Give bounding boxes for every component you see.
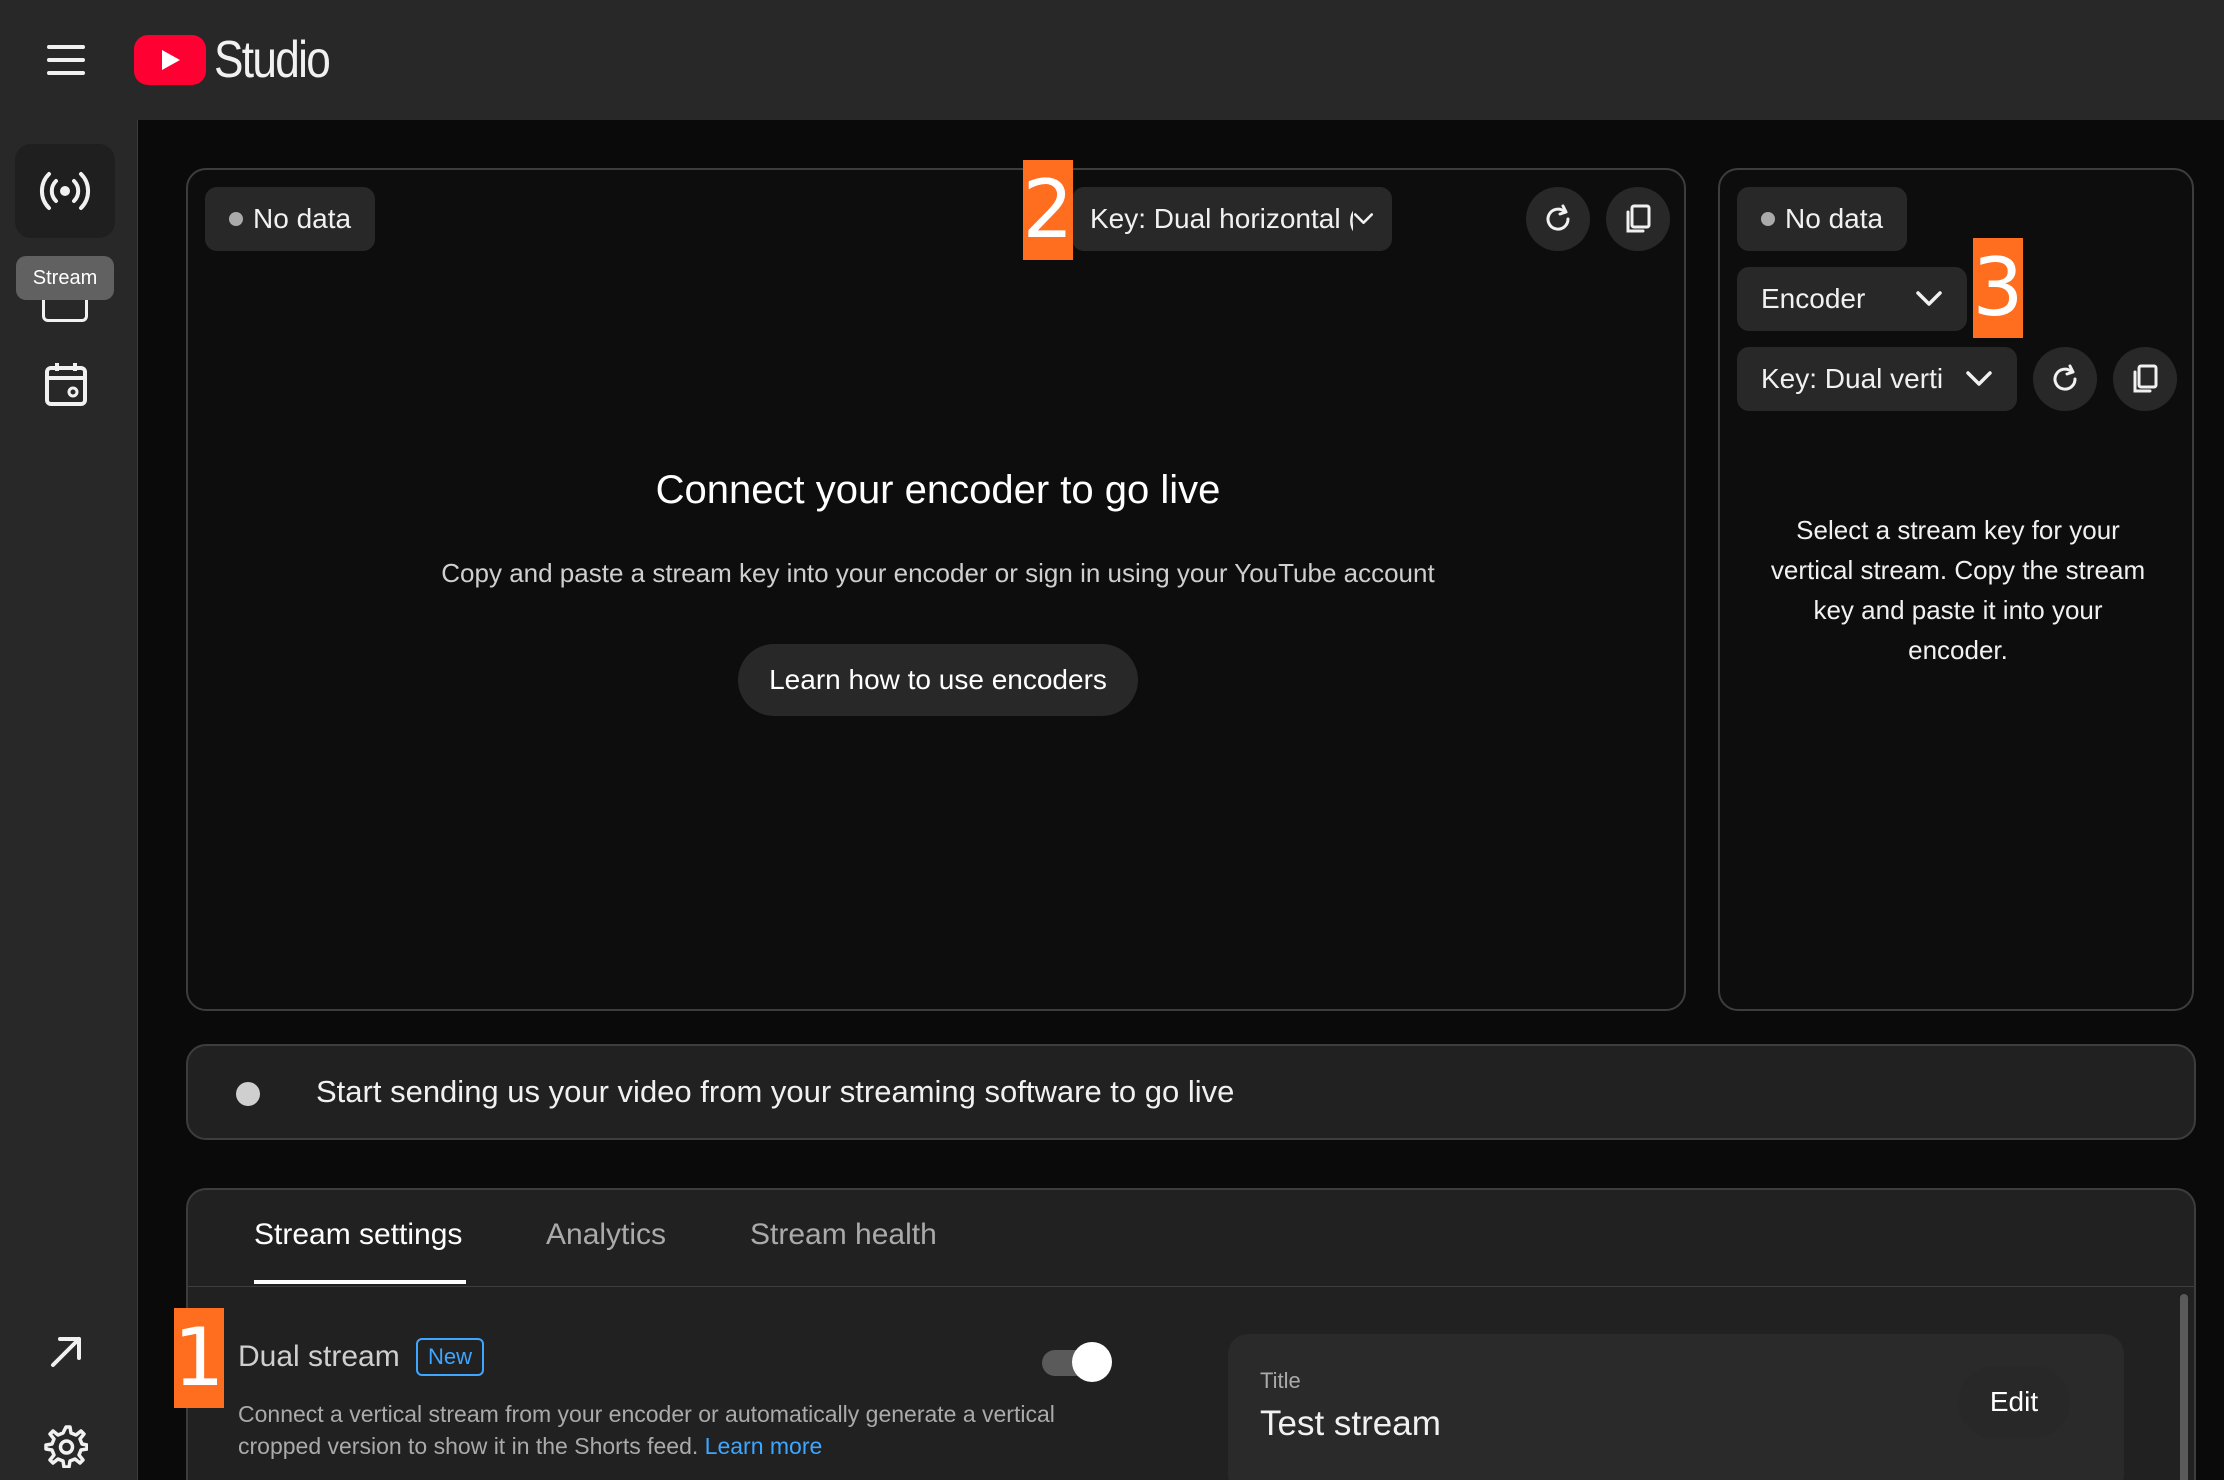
dual-stream-label: Dual stream: [238, 1340, 400, 1373]
tab-analytics[interactable]: Analytics: [546, 1218, 666, 1252]
vertical-health-chip: No data: [1737, 187, 1908, 251]
title-field-value: Test stream: [1260, 1404, 1441, 1443]
menu-icon[interactable]: [40, 34, 92, 86]
copy-key-button[interactable]: [1606, 187, 1670, 251]
active-tab-underline: [254, 1280, 466, 1284]
tab-stream-health[interactable]: Stream health: [750, 1218, 937, 1252]
settings-scrollbar[interactable]: [2180, 1294, 2188, 1480]
dual-stream-description-text: Connect a vertical stream from your enco…: [238, 1401, 1055, 1459]
title-field-label: Title: [1260, 1368, 1301, 1393]
main-preview-panel: No data Key: Dual horizontal (RTMP, Conn…: [186, 168, 1686, 1011]
gear-icon[interactable]: [42, 1422, 90, 1470]
vertical-preview-panel: No data Encoder Key: Dual verti Select a…: [1718, 168, 2194, 1011]
status-message: Start sending us your video from your st…: [316, 1074, 1235, 1109]
vertical-key-select[interactable]: Key: Dual verti: [1737, 347, 2017, 411]
logo-text: Studio: [214, 31, 331, 89]
dual-stream-description: Connect a vertical stream from your enco…: [238, 1398, 1138, 1462]
studio-logo[interactable]: Studio: [134, 28, 349, 92]
sidebar-item-stream[interactable]: [15, 144, 115, 238]
sidebar: Stream: [0, 120, 138, 1480]
tab-stream-settings[interactable]: Stream settings: [254, 1218, 462, 1252]
learn-encoders-button[interactable]: Learn how to use encoders: [738, 644, 1138, 716]
youtube-play-icon: [134, 35, 206, 85]
status-dot: [229, 212, 243, 226]
chevron-down-icon: [1966, 371, 1992, 386]
status-dot: [1761, 212, 1775, 226]
source-select[interactable]: Encoder: [1737, 267, 1967, 331]
annotation-badge-1: 1: [174, 1308, 224, 1408]
stream-settings-panel: Stream settings Analytics Stream health …: [186, 1188, 2196, 1480]
refresh-vertical-key-button[interactable]: [2033, 347, 2097, 411]
health-label: No data: [1785, 203, 1884, 234]
refresh-key-button[interactable]: [1526, 187, 1590, 251]
stream-key-select[interactable]: Key: Dual horizontal (RTMP,: [1072, 187, 1392, 251]
edit-button[interactable]: Edit: [1958, 1366, 2070, 1438]
stream-status-bar: Start sending us your video from your st…: [186, 1044, 2196, 1140]
refresh-icon: [2053, 364, 2077, 391]
stream-tooltip: Stream: [16, 256, 114, 300]
copy-icon: [1626, 204, 1651, 233]
chevron-down-icon: [1916, 291, 1942, 306]
vertical-key-label: Key: Dual verti: [1761, 363, 1944, 394]
chevron-down-icon: [1353, 213, 1374, 225]
title-card: Title Test stream Edit: [1228, 1334, 2124, 1480]
status-indicator: [236, 1082, 260, 1106]
copy-icon: [2133, 364, 2158, 393]
stream-key-label: Key: Dual horizontal (RTMP,: [1090, 203, 1353, 234]
live-broadcast-icon: [39, 172, 91, 210]
stream-health-chip: No data: [205, 187, 376, 251]
calendar-icon[interactable]: [40, 358, 92, 410]
annotation-badge-3: 3: [1973, 238, 2023, 338]
refresh-icon: [1546, 204, 1570, 231]
arrow-up-right-icon[interactable]: [44, 1330, 88, 1374]
connect-encoder-title: Connect your encoder to go live: [655, 468, 1221, 512]
source-label: Encoder: [1761, 283, 1866, 314]
vertical-key-message: Select a stream key for your vertical st…: [1770, 515, 2146, 665]
copy-vertical-key-button[interactable]: [2113, 347, 2177, 411]
annotation-badge-2: 2: [1023, 160, 1073, 260]
connect-encoder-subtitle: Copy and paste a stream key into your en…: [441, 558, 1435, 588]
top-bar: Studio: [0, 0, 2224, 120]
health-label: No data: [253, 203, 352, 234]
tabs-divider: [188, 1286, 2194, 1287]
dual-stream-toggle[interactable]: [1042, 1342, 1114, 1382]
learn-more-link[interactable]: Learn more: [705, 1433, 823, 1459]
new-badge: New: [416, 1338, 485, 1376]
